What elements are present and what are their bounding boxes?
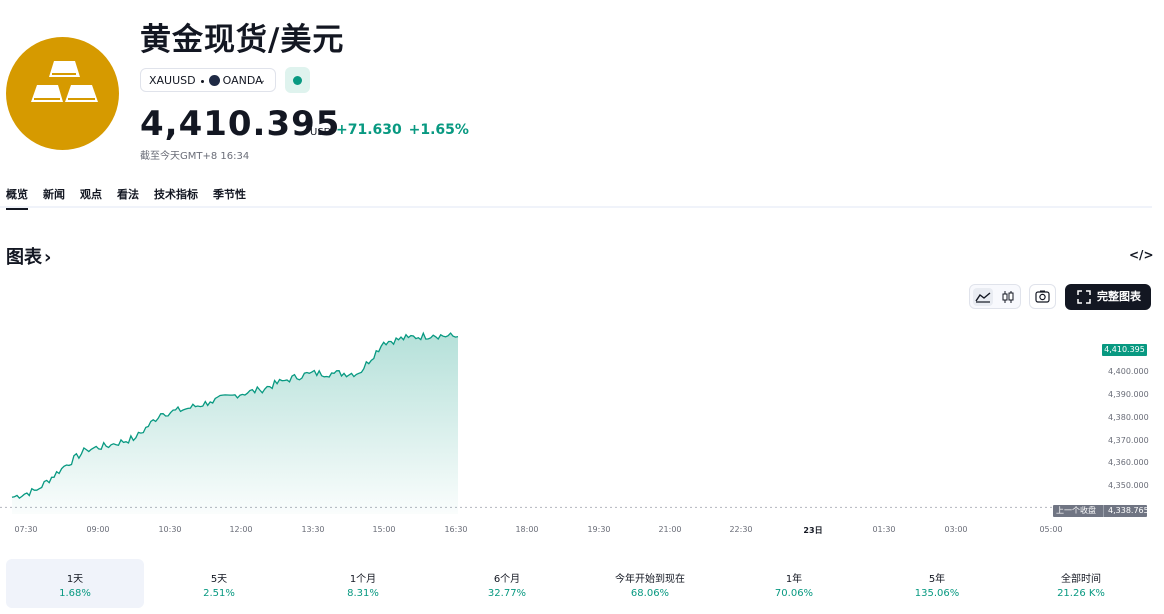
- range-value: 8.31%: [347, 588, 379, 599]
- price-area: [12, 333, 458, 514]
- y-tick-label: 4,370.000: [1108, 436, 1149, 445]
- full-chart-button[interactable]: 完整图表: [1065, 284, 1151, 310]
- x-tick-label: 15:00: [372, 525, 396, 534]
- range-label: 6个月: [493, 574, 521, 585]
- range-label: 5天: [210, 574, 228, 585]
- x-tick-label: 22:30: [729, 525, 753, 534]
- range-label: 今年开始到现在: [615, 574, 685, 585]
- range-value: 68.06%: [630, 588, 670, 599]
- last-price-label: 4,410.395: [1102, 344, 1147, 356]
- fullscreen-icon: [1077, 290, 1091, 304]
- range-1d[interactable]: 1天 1.68%: [6, 559, 144, 608]
- range-value: 70.06%: [774, 588, 814, 599]
- range-label: 1天: [66, 574, 84, 585]
- y-tick-label: 4,350.000: [1108, 481, 1149, 490]
- x-tick-label: 01:30: [872, 525, 896, 534]
- status-dot-icon: [293, 76, 302, 85]
- area-chart-icon[interactable]: [973, 288, 993, 306]
- time-range-selector: 1天 1.68% 5天 2.51% 1个月 8.31% 6个月 32.77% 今年开始到…: [6, 559, 1152, 608]
- range-6m[interactable]: 6个月 32.77%: [438, 559, 576, 608]
- y-tick-label: 4,390.000: [1108, 390, 1149, 399]
- x-tick-label: 18:00: [515, 525, 539, 534]
- price-chart[interactable]: [0, 318, 1152, 540]
- y-tick-label: 4,400.000: [1108, 367, 1149, 376]
- symbol-label: XAUUSD: [149, 74, 196, 87]
- gold-bars-icon: [6, 37, 119, 150]
- code-icon[interactable]: </>: [1129, 248, 1154, 262]
- range-label: 1个月: [349, 574, 377, 585]
- camera-icon[interactable]: [1029, 284, 1056, 309]
- x-tick-label-day: 23日: [803, 526, 823, 535]
- market-open-indicator[interactable]: [285, 67, 310, 93]
- x-tick-label: 21:00: [658, 525, 682, 534]
- range-ytd[interactable]: 今年开始到现在 68.06%: [581, 559, 719, 608]
- previous-close-label: 上一个收盘 4,338.765: [1053, 505, 1149, 517]
- y-tick-label: 4,360.000: [1108, 458, 1149, 467]
- x-tick-label: 03:00: [944, 525, 968, 534]
- range-5y[interactable]: 5年 135.06%: [868, 559, 1006, 608]
- tab-divider: [0, 206, 1152, 208]
- symbol-source-dropdown[interactable]: XAUUSD OANDA ⌄: [140, 68, 276, 92]
- range-label: 1年: [785, 574, 803, 585]
- x-tick-label: 10:30: [158, 525, 182, 534]
- x-tick-label: 16:30: [444, 525, 468, 534]
- full-chart-label: 完整图表: [1097, 290, 1141, 303]
- range-1m[interactable]: 1个月 8.31%: [294, 559, 432, 608]
- x-tick-label: 07:30: [14, 525, 38, 534]
- range-all[interactable]: 全部时间 21.26 K%: [1012, 559, 1150, 608]
- oanda-logo-icon: [208, 74, 220, 86]
- range-label: 全部时间: [1061, 574, 1101, 585]
- range-value: 2.51%: [203, 588, 235, 599]
- candlestick-icon[interactable]: [998, 288, 1018, 306]
- change-abs: +71.630: [336, 122, 402, 138]
- chart-section-label: 图表: [6, 247, 42, 268]
- change-pct: +1.65%: [408, 122, 469, 138]
- range-value: 32.77%: [487, 588, 527, 599]
- x-tick-label: 12:00: [229, 525, 253, 534]
- range-label: 5年: [928, 574, 946, 585]
- currency-label: USD: [310, 127, 332, 138]
- as-of-timestamp: 截至今天GMT+8 16:34: [140, 151, 250, 162]
- previous-close-value: 4,338.765: [1103, 505, 1149, 517]
- range-1y[interactable]: 1年 70.06%: [725, 559, 863, 608]
- current-price: 4,410.395: [140, 104, 341, 144]
- range-value: 21.26 K%: [1057, 588, 1105, 599]
- page-title: 黄金现货/美元: [140, 22, 345, 58]
- previous-close-text: 上一个收盘: [1056, 506, 1096, 515]
- x-tick-label: 05:00: [1039, 525, 1063, 534]
- chevron-down-icon: ⌄: [257, 75, 266, 86]
- range-value: 1.68%: [59, 588, 91, 599]
- chevron-right-icon: ›: [44, 247, 52, 268]
- range-value: 135.06%: [914, 588, 960, 599]
- x-tick-label: 13:30: [301, 525, 325, 534]
- y-tick-label: 4,380.000: [1108, 413, 1149, 422]
- x-tick-label: 09:00: [86, 525, 110, 534]
- chart-section-title[interactable]: 图表 ›: [6, 243, 51, 269]
- range-5d[interactable]: 5天 2.51%: [150, 559, 288, 608]
- price-change: +71.630 +1.65%: [336, 122, 469, 138]
- separator-dot: [200, 79, 204, 83]
- x-tick-label: 19:30: [587, 525, 611, 534]
